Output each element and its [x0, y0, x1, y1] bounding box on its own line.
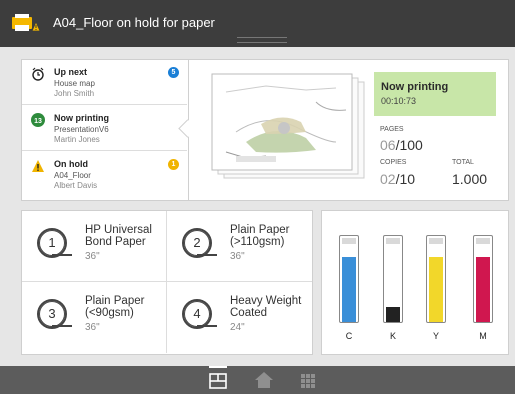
- warning-icon: [32, 160, 44, 172]
- clock-icon: [32, 67, 44, 81]
- page-title: A04_Floor on hold for paper: [53, 15, 215, 30]
- bottom-navigation: [0, 366, 515, 394]
- pages-current: 06: [380, 137, 396, 153]
- job-queue-panel: Up next House map John Smith 5 13 Now pr…: [21, 59, 509, 201]
- queue-list: Up next House map John Smith 5 13 Now pr…: [22, 60, 189, 200]
- now-printing-status: Now printing 00:10:73: [374, 72, 496, 116]
- roll-paper-tail: [197, 254, 217, 256]
- queue-item-title: Up next: [54, 67, 88, 77]
- top-bar: A04_Floor on hold for paper: [0, 0, 515, 47]
- total-label: TOTAL: [452, 159, 474, 166]
- ink-cartridge-y: Y: [426, 235, 446, 341]
- queue-item-user: John Smith: [54, 89, 95, 98]
- roll-width: 36": [85, 322, 100, 333]
- job-preview-thumbnail[interactable]: [206, 72, 370, 184]
- pages-value: 06/100: [380, 137, 423, 153]
- roll-name: HP Universal Bond Paper: [85, 224, 152, 248]
- total-value: 1.000: [452, 171, 488, 187]
- queue-item-job: House map: [54, 79, 95, 88]
- roll-name: Heavy Weight Coated: [230, 295, 302, 319]
- roll-2[interactable]: 2 Plain Paper (>110gsm) 36": [167, 211, 312, 282]
- printer-warning-icon[interactable]: [11, 13, 41, 33]
- queue-count-badge: 5: [168, 67, 179, 78]
- ink-level-bar: [476, 257, 490, 322]
- copies-current: 02: [380, 171, 396, 187]
- roll-4[interactable]: 4 Heavy Weight Coated 24": [167, 282, 312, 353]
- ink-level-bar: [342, 257, 356, 322]
- ink-level-bar: [429, 257, 443, 322]
- queue-item-job: PresentationV6: [54, 125, 109, 134]
- roll-1[interactable]: 1 HP Universal Bond Paper 36": [22, 211, 167, 282]
- roll-width: 36": [230, 251, 245, 262]
- roll-name: Plain Paper (<90gsm): [85, 295, 145, 319]
- roll-paper-tail: [52, 254, 72, 256]
- roll-width: 36": [85, 251, 100, 262]
- ink-cartridge-k: K: [383, 235, 403, 341]
- paper-rolls-panel: 1 HP Universal Bond Paper 36" 2 Plain Pap…: [21, 210, 313, 355]
- copies-total: /10: [395, 171, 416, 187]
- ink-level-bar: [386, 307, 400, 322]
- copies-value: 02/10: [380, 171, 415, 187]
- queue-item-job: A04_Floor: [54, 171, 91, 180]
- jobs-view-icon[interactable]: [207, 366, 229, 394]
- ink-letter: M: [479, 331, 487, 341]
- status-title: Now printing: [381, 81, 449, 93]
- ink-cartridge-m: M: [473, 235, 493, 341]
- ink-letter: K: [389, 331, 396, 341]
- queue-item-now-printing[interactable]: 13 Now printing PresentationV6 Martin Jo…: [22, 106, 187, 151]
- ink-letter: Y: [432, 331, 439, 341]
- apps-grid-icon[interactable]: [297, 366, 319, 394]
- queue-item-title: On hold: [54, 159, 88, 169]
- roll-name: Plain Paper (>110gsm): [230, 224, 290, 248]
- queue-item-user: Martin Jones: [54, 135, 100, 144]
- ink-levels-panel[interactable]: C K Y M: [321, 210, 509, 355]
- home-icon[interactable]: [253, 366, 275, 394]
- ink-cartridge-c: C: [339, 235, 359, 341]
- roll-width: 24": [230, 322, 245, 333]
- pages-total: /100: [395, 137, 423, 153]
- print-timer: 00:10:73: [381, 96, 417, 106]
- roll-paper-tail: [197, 325, 217, 327]
- print-count-text: 13: [34, 118, 42, 125]
- hold-count-badge: 1: [168, 159, 179, 170]
- roll-3[interactable]: 3 Plain Paper (<90gsm) 36": [22, 282, 167, 353]
- pages-label: PAGES: [380, 126, 404, 133]
- copies-label: COPIES: [380, 159, 407, 166]
- ink-letter: C: [345, 331, 353, 341]
- queue-item-up-next[interactable]: Up next House map John Smith 5: [22, 60, 187, 105]
- pull-down-handle[interactable]: [237, 37, 287, 43]
- queue-item-user: Albert Davis: [54, 181, 98, 190]
- roll-paper-tail: [52, 325, 72, 327]
- print-count-icon: 13: [31, 113, 45, 127]
- queue-item-title: Now printing: [54, 113, 109, 123]
- queue-item-on-hold[interactable]: On hold A04_Floor Albert Davis 1: [22, 152, 187, 197]
